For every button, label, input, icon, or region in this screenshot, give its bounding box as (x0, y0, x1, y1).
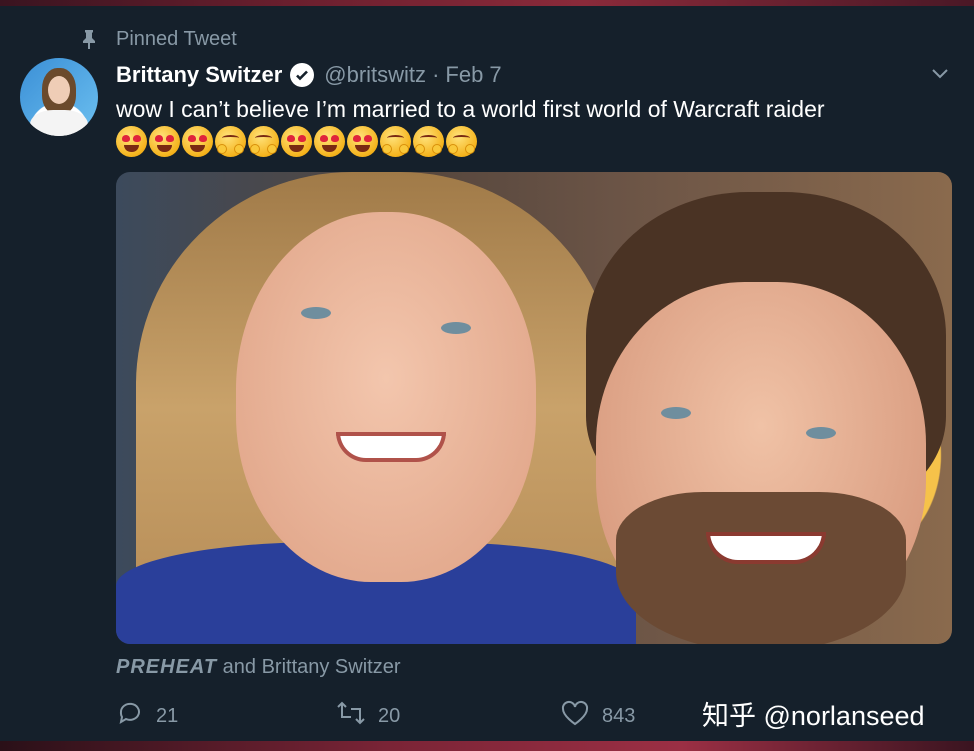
hugging-emoji-icon (380, 125, 411, 157)
heart-eyes-emoji-icon (281, 125, 312, 157)
author-name[interactable]: Brittany Switzer (116, 62, 282, 88)
pinned-text: Pinned Tweet (116, 27, 237, 50)
tweet-header: Brittany Switzer @britswitz · Feb 7 (116, 60, 502, 90)
reply-icon (116, 699, 144, 733)
heart-eyes-emoji-icon (347, 125, 378, 157)
like-button[interactable]: 843 (560, 700, 635, 732)
avatar[interactable] (20, 58, 98, 136)
pin-icon (78, 28, 100, 50)
credit-rest: and Brittany Switzer (217, 656, 401, 678)
header-separator: · (432, 62, 440, 87)
heart-eyes-emoji-icon (149, 125, 180, 157)
reply-count: 21 (156, 704, 179, 727)
hugging-emoji-icon (248, 125, 279, 157)
pinned-tweet-label: Pinned Tweet (78, 26, 237, 52)
retweet-button[interactable]: 20 (336, 700, 400, 732)
verified-badge-icon (290, 63, 315, 87)
like-icon (560, 699, 590, 733)
tweet-text: wow I can’t believe I’m married to a wor… (116, 96, 825, 122)
bottom-frame-edge (0, 741, 974, 751)
like-count: 843 (602, 704, 636, 727)
hugging-emoji-icon (446, 125, 477, 157)
tweet-date[interactable]: Feb 7 (445, 62, 501, 88)
tweet-photo[interactable] (116, 172, 952, 644)
tweet-actions: 21 20 843 (116, 700, 676, 732)
retweet-icon (336, 699, 366, 733)
chevron-down-icon[interactable] (928, 64, 952, 84)
heart-eyes-emoji-icon (182, 125, 213, 157)
reply-button[interactable]: 21 (116, 700, 178, 732)
hugging-emoji-icon (215, 125, 246, 157)
photo-tag-credit[interactable]: PREHEAT and Brittany Switzer (116, 656, 401, 679)
retweet-count: 20 (378, 704, 401, 727)
author-handle[interactable]: @britswitz (324, 62, 426, 88)
credit-brand[interactable]: PREHEAT (116, 656, 217, 678)
heart-eyes-emoji-icon (314, 125, 345, 157)
watermark-text: 知乎 @norlanseed (702, 701, 925, 731)
hugging-emoji-icon (413, 125, 444, 157)
tweet-emojis (116, 124, 477, 158)
top-frame-edge (0, 0, 974, 6)
heart-eyes-emoji-icon (116, 125, 147, 157)
